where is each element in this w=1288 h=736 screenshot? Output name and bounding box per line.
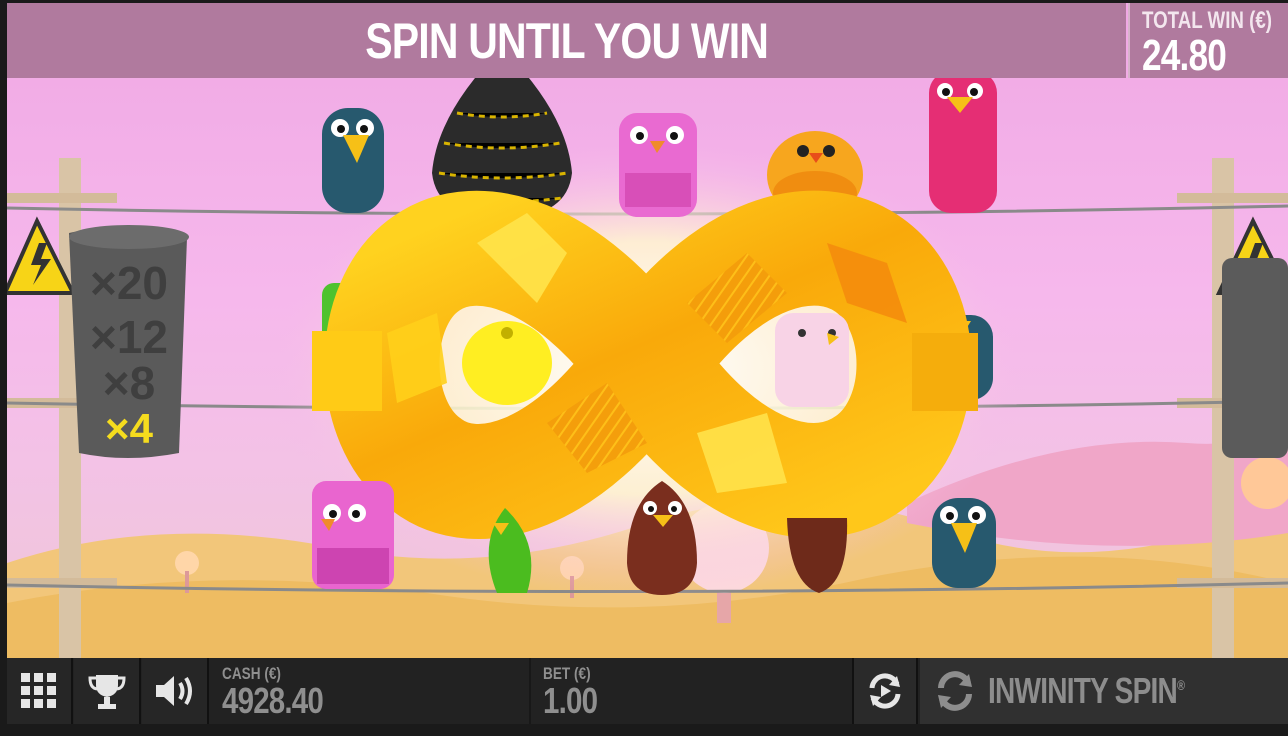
- game-stage[interactable]: ×20 ×12 ×8 ×4: [7, 3, 1288, 658]
- spin-button-label: INWINITY SPIN®: [988, 670, 1185, 712]
- multiplier-level-4-active: ×4: [105, 405, 154, 452]
- grid-menu-icon: [21, 673, 56, 708]
- multiplier-level-12: ×12: [90, 311, 168, 363]
- trophy-button[interactable]: [74, 658, 141, 724]
- bottom-frame-edge: [0, 724, 1288, 736]
- spin-button[interactable]: INWINITY SPIN®: [920, 658, 1288, 724]
- spin-button-text: INWINITY SPIN: [988, 670, 1178, 711]
- transformer-box-right: [1222, 258, 1288, 458]
- bird-pink-square: [312, 481, 394, 589]
- total-win-panel: TOTAL WIN (€) 24.80: [1128, 3, 1288, 78]
- bird-pink-owl: [619, 113, 697, 217]
- trademark-mark: ®: [1177, 677, 1185, 693]
- bottom-control-bar: CASH (€) 4928.40 BET (€) 1.00 INWINITY S…: [7, 658, 1288, 724]
- bird-blue-toucan: [322, 108, 384, 213]
- left-frame-edge: [0, 0, 7, 736]
- bet-display[interactable]: BET (€) 1.00: [543, 664, 609, 721]
- multiplier-level-20: ×20: [90, 257, 168, 309]
- bird-blue-toucan-bottom: [932, 498, 996, 588]
- banner-message: SPIN UNTIL YOU WIN: [365, 12, 769, 69]
- spin-arrows-icon: [938, 671, 972, 711]
- menu-button[interactable]: [7, 658, 73, 724]
- cash-value: 4928.40: [222, 680, 324, 721]
- trophy-icon: [87, 675, 126, 709]
- game-scene: ×20 ×12 ×8 ×4: [7, 48, 1288, 658]
- cash-display: CASH (€) 4928.40: [222, 664, 345, 721]
- bird-red-tall: [929, 54, 1007, 213]
- spin-until-win-banner: SPIN UNTIL YOU WIN: [7, 3, 1126, 78]
- autoplay-icon: [869, 673, 901, 709]
- bird-pale-pink: [775, 313, 849, 407]
- bird-yellow-fluffy: [462, 321, 552, 405]
- autoplay-button[interactable]: [852, 658, 918, 724]
- divider: [529, 658, 531, 724]
- sound-button[interactable]: [142, 658, 209, 724]
- total-win-value: 24.80: [1142, 31, 1227, 80]
- speaker-icon: [155, 676, 192, 706]
- multiplier-level-8: ×8: [103, 357, 155, 409]
- bet-value: 1.00: [543, 680, 598, 721]
